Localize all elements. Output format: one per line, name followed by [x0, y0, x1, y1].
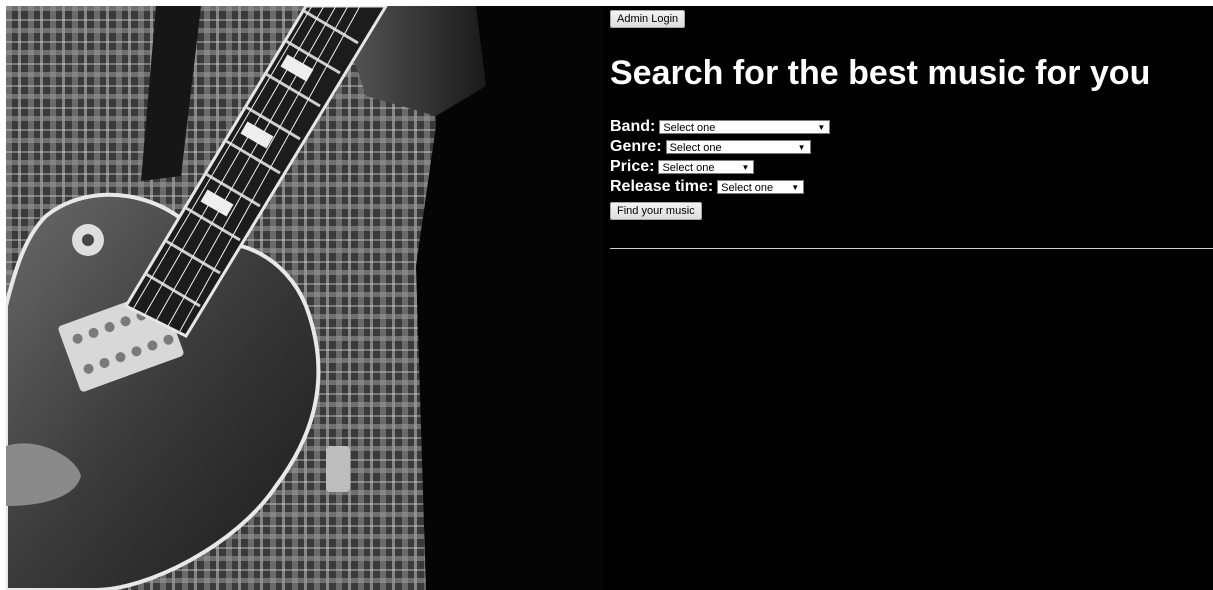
- left-border: [0, 0, 6, 590]
- release-time-label: Release time:: [610, 178, 714, 195]
- price-filter-row: Price: Select one ▼: [610, 157, 830, 177]
- search-filters: Band: Select one ▼ Genre: Select one ▼ P…: [610, 117, 831, 197]
- price-select-value: Select one: [662, 162, 715, 174]
- chevron-down-icon: ▼: [797, 143, 806, 152]
- genre-filter-row: Genre: Select one ▼: [610, 137, 830, 157]
- genre-select[interactable]: Select one ▼: [665, 140, 811, 154]
- hero-guitar-photo: [6, 6, 604, 590]
- release-time-select[interactable]: Select one ▼: [717, 180, 805, 194]
- price-select[interactable]: Select one ▼: [658, 160, 755, 174]
- release-time-filter-row: Release time: Select one ▼: [610, 177, 830, 197]
- top-border: [0, 0, 1213, 6]
- chevron-down-icon: ▼: [791, 183, 800, 192]
- genre-select-value: Select one: [669, 142, 722, 154]
- price-label: Price:: [610, 158, 655, 175]
- chevron-down-icon: ▼: [817, 123, 826, 132]
- band-filter-row: Band: Select one ▼: [610, 117, 831, 137]
- release-time-select-value: Select one: [721, 182, 774, 194]
- results-divider: [610, 248, 1213, 249]
- admin-login-button[interactable]: Admin Login: [610, 10, 686, 28]
- band-label: Band:: [610, 118, 656, 135]
- band-select[interactable]: Select one ▼: [659, 120, 831, 134]
- find-music-button[interactable]: Find your music: [610, 202, 702, 220]
- chevron-down-icon: ▼: [741, 163, 750, 172]
- page-title: Search for the best music for you: [610, 54, 1151, 92]
- band-select-value: Select one: [663, 122, 716, 134]
- genre-label: Genre:: [610, 138, 662, 155]
